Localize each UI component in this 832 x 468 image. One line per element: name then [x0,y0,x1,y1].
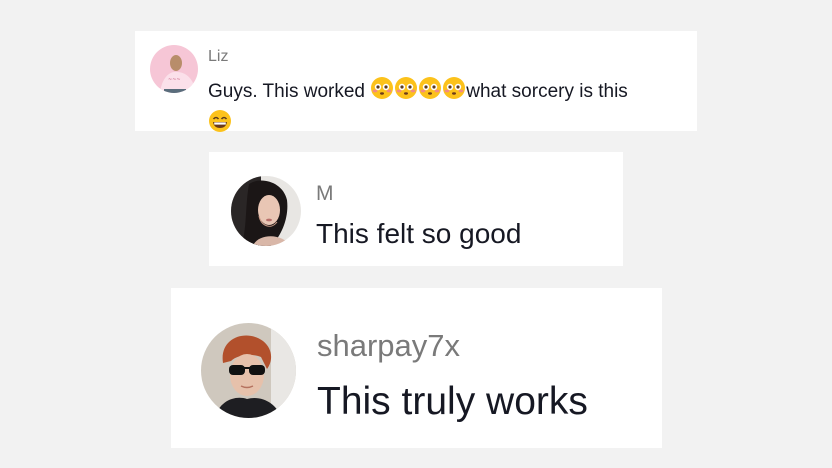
svg-text:~~~: ~~~ [168,77,181,83]
username[interactable]: Liz [208,48,228,66]
avatar[interactable] [201,323,296,418]
comment-card: M This felt so good [209,152,623,266]
avatar[interactable] [231,176,301,246]
flushed-face-icon [394,76,418,109]
comment-card: ~~~ Liz Guys. This worked what sorcery i… [135,31,697,132]
comment-text-start: Guys. This worked [208,81,371,102]
comment-text-end: what sorcery is this [466,81,628,102]
flushed-face-icon [418,76,442,109]
avatar[interactable]: ~~~ [150,45,198,93]
comment-text: This truly works [317,380,588,423]
username[interactable]: sharpay7x [317,328,460,364]
flushed-face-icon [370,76,394,109]
comment-text: Guys. This worked what sorcery is this [208,76,688,142]
grinning-face-icon [208,109,232,142]
flushed-face-icon [442,76,466,109]
comment-card: sharpay7x This truly works [171,288,662,448]
comment-text: This felt so good [316,218,522,249]
comment-collage: { "comments": [ { "username": "Liz", "te… [0,0,832,468]
username[interactable]: M [316,182,334,206]
